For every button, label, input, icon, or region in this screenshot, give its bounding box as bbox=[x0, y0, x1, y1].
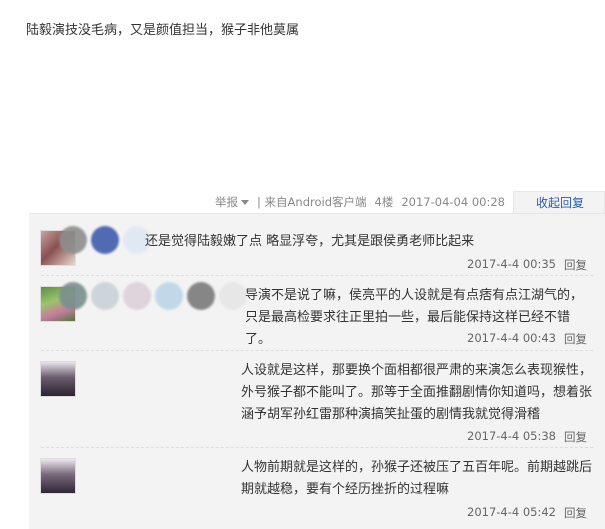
reply-text: 还是觉得陆毅嫩了点 略显浮夸，尤其是跟侯勇老师比起来 bbox=[145, 234, 475, 249]
divider bbox=[41, 447, 593, 448]
post-source: | 来自Android客户端 bbox=[257, 195, 367, 209]
post-meta-bar: 举报 | 来自Android客户端 4楼 2017-04-04 00:28 收起… bbox=[215, 190, 605, 214]
reply-button[interactable]: 回复 bbox=[564, 429, 587, 445]
avatar[interactable] bbox=[40, 361, 76, 397]
blurred-username bbox=[59, 282, 247, 310]
reply-time: 2017-4-4 05:38 bbox=[467, 429, 556, 443]
reply-time: 2017-4-4 00:35 bbox=[467, 257, 556, 271]
divider bbox=[41, 275, 593, 276]
reply-button[interactable]: 回复 bbox=[564, 505, 587, 521]
reply-time: 2017-4-4 05:42 bbox=[467, 505, 556, 519]
reply-text: 人设就是这样，那要换个面相都很严肃的来演怎么表现猴性，外号猴子都不能叫了。那等于… bbox=[241, 363, 593, 422]
reply-button[interactable]: 回复 bbox=[564, 257, 587, 273]
floor-number: 4楼 bbox=[374, 195, 394, 209]
dropdown-arrow-icon bbox=[241, 199, 250, 205]
report-label: 举报 bbox=[215, 195, 239, 209]
avatar[interactable] bbox=[40, 458, 76, 494]
post-timestamp: 2017-04-04 00:28 bbox=[401, 195, 505, 209]
divider bbox=[41, 350, 593, 351]
reply-footer: 2017-4-4 05:42 回复 bbox=[467, 505, 587, 521]
reply-text: 人物前期就是这样的，孙猴子还被压了五百年呢。前期越跳后期就越稳，要有个经历挫折的… bbox=[241, 460, 593, 497]
reply-footer: 2017-4-4 05:38 回复 bbox=[467, 429, 587, 445]
blurred-username bbox=[59, 226, 151, 254]
reply-button[interactable]: 回复 bbox=[564, 331, 587, 347]
reply-list: 还是觉得陆毅嫩了点 略显浮夸，尤其是跟侯勇老师比起来 2017-4-4 00:3… bbox=[29, 213, 605, 529]
reply-time: 2017-4-4 00:43 bbox=[467, 331, 556, 345]
reply-footer: 2017-4-4 00:35 回复 bbox=[467, 257, 587, 273]
reply-footer: 2017-4-4 00:43 回复 bbox=[467, 331, 587, 347]
main-post-text: 陆毅演技没毛病，又是颜值担当，猴子非他莫属 bbox=[26, 23, 300, 38]
collapse-replies-button[interactable]: 收起回复 bbox=[512, 190, 605, 214]
report-menu[interactable]: 举报 bbox=[215, 194, 250, 210]
